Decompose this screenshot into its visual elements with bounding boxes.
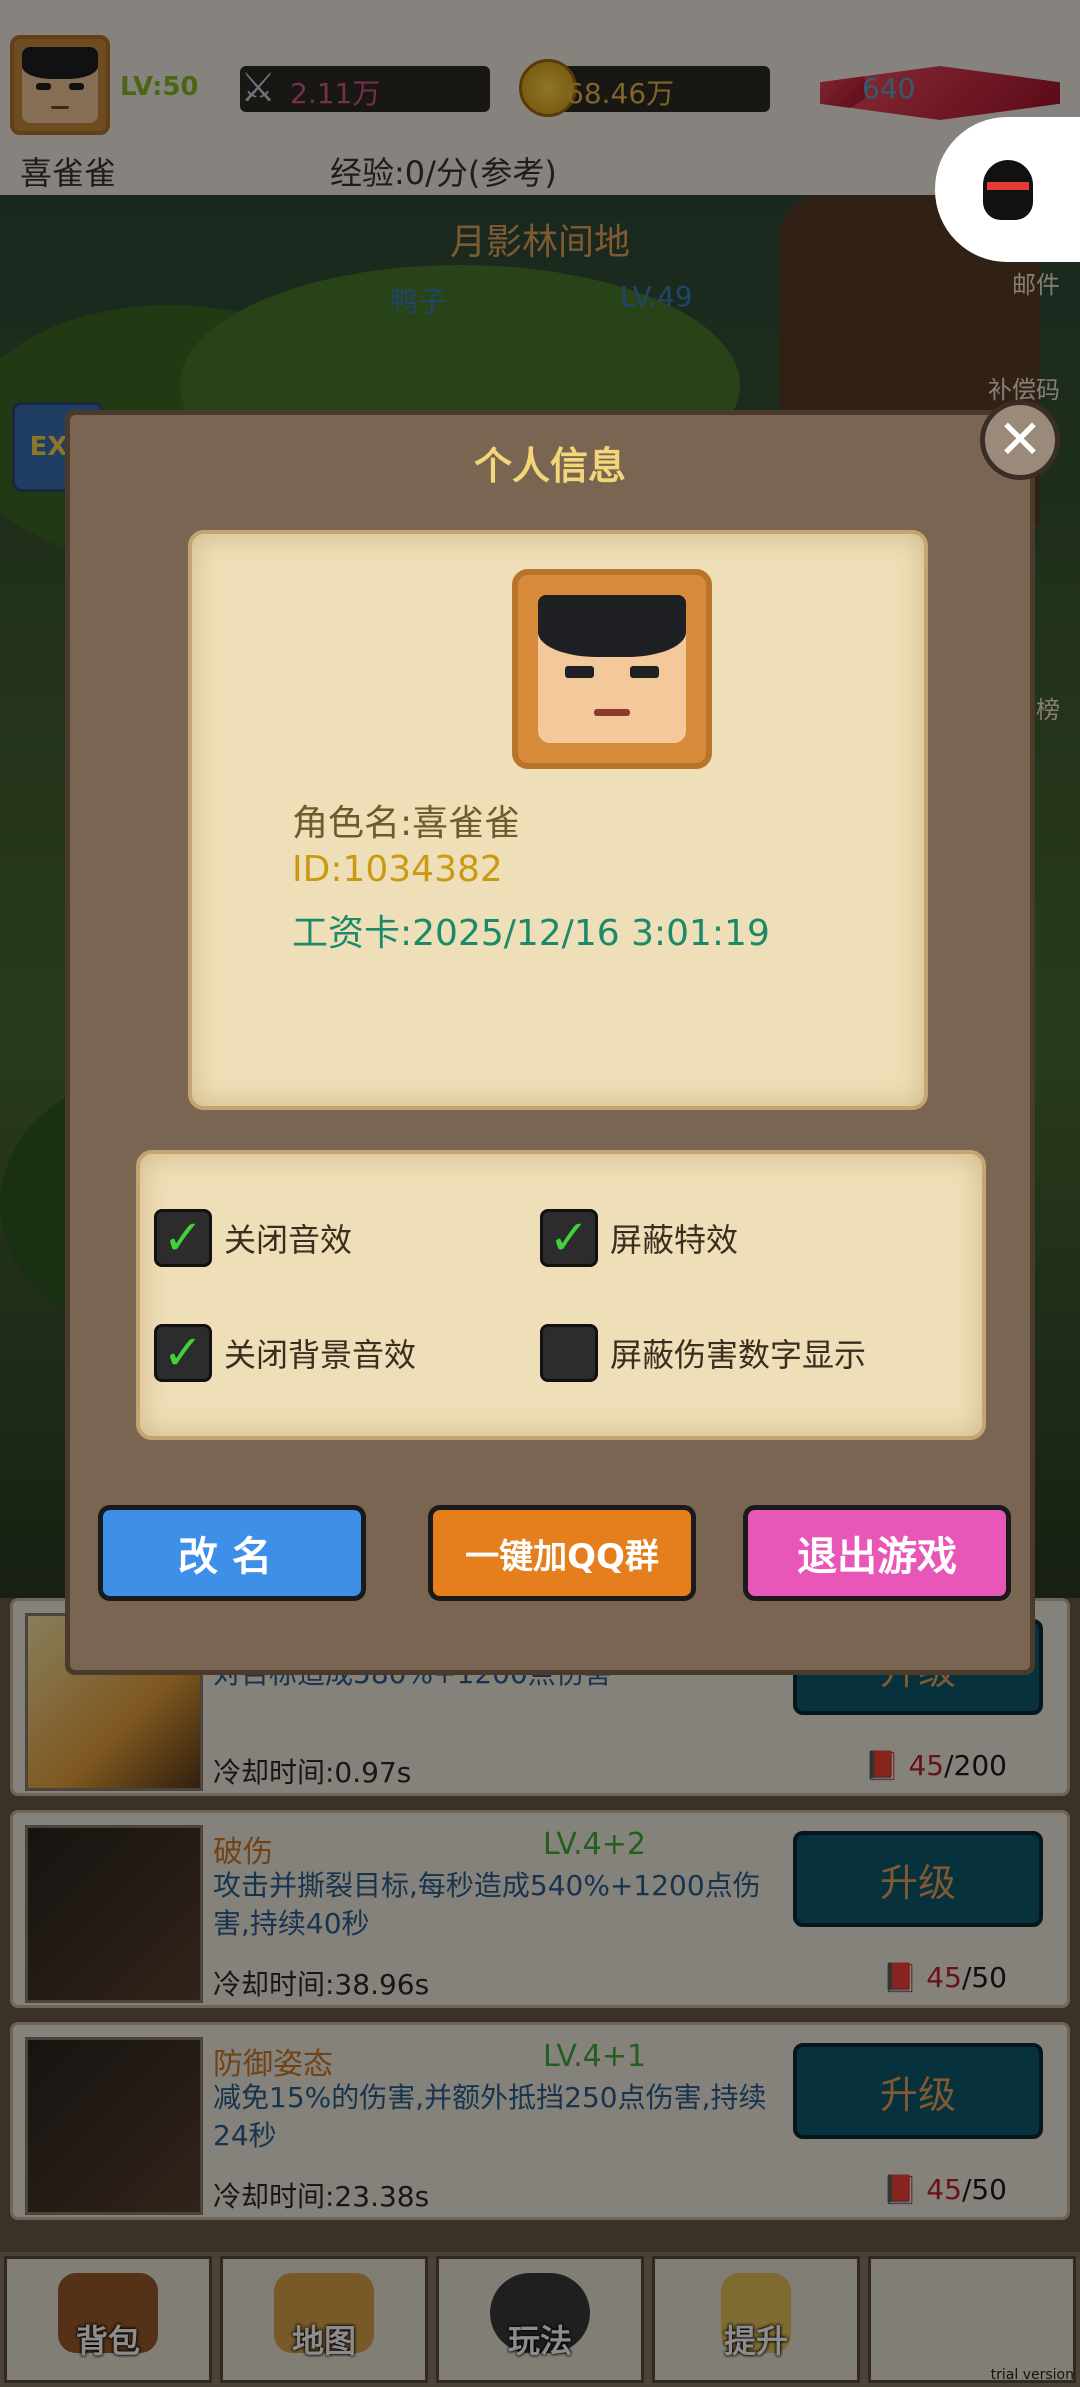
- quit-game-button[interactable]: 退出游戏: [743, 1505, 1011, 1601]
- checkbox-checked-icon[interactable]: ✓: [540, 1209, 598, 1267]
- join-qq-group-button[interactable]: 一键加QQ群: [428, 1505, 696, 1601]
- close-icon: ✕: [997, 408, 1043, 471]
- close-button[interactable]: ✕: [980, 400, 1060, 480]
- info-panel: 角色名:喜雀雀 ID:1034382 工资卡:2025/12/16 3:01:1…: [188, 530, 928, 1110]
- character-name: 角色名:喜雀雀: [292, 803, 521, 844]
- rename-button[interactable]: 改名: [98, 1505, 366, 1601]
- option-label: 屏蔽特效: [610, 1221, 739, 1259]
- checkbox-unchecked-icon[interactable]: [540, 1324, 598, 1382]
- profile-avatar: [512, 569, 712, 769]
- avatar-face-icon: [538, 595, 686, 743]
- option-mute-sfx[interactable]: ✓ 关闭音效: [154, 1209, 352, 1267]
- wage-card-expiry: 工资卡:2025/12/16 3:01:19: [292, 913, 770, 954]
- option-label: 关闭音效: [224, 1221, 353, 1259]
- option-mute-bgm[interactable]: ✓ 关闭背景音效: [154, 1324, 416, 1382]
- player-id: ID:1034382: [292, 849, 503, 890]
- qq-float-button[interactable]: [935, 117, 1080, 262]
- checkbox-checked-icon[interactable]: ✓: [154, 1324, 212, 1382]
- settings-panel: ✓ 关闭音效 ✓ 屏蔽特效 ✓ 关闭背景音效 屏蔽伤害数字显示: [136, 1150, 986, 1440]
- option-hide-effects[interactable]: ✓ 屏蔽特效: [540, 1209, 738, 1267]
- checkbox-checked-icon[interactable]: ✓: [154, 1209, 212, 1267]
- dialog-title: 个人信息: [473, 444, 626, 488]
- option-label: 关闭背景音效: [224, 1336, 417, 1374]
- option-hide-damage-numbers[interactable]: 屏蔽伤害数字显示: [540, 1324, 866, 1382]
- qq-penguin-icon: [982, 159, 1033, 220]
- personal-info-dialog: 个人信息 ✕ 角色名:喜雀雀 ID:1034382 工资卡:2025/12/16…: [65, 400, 1060, 1675]
- option-label: 屏蔽伤害数字显示: [610, 1336, 867, 1374]
